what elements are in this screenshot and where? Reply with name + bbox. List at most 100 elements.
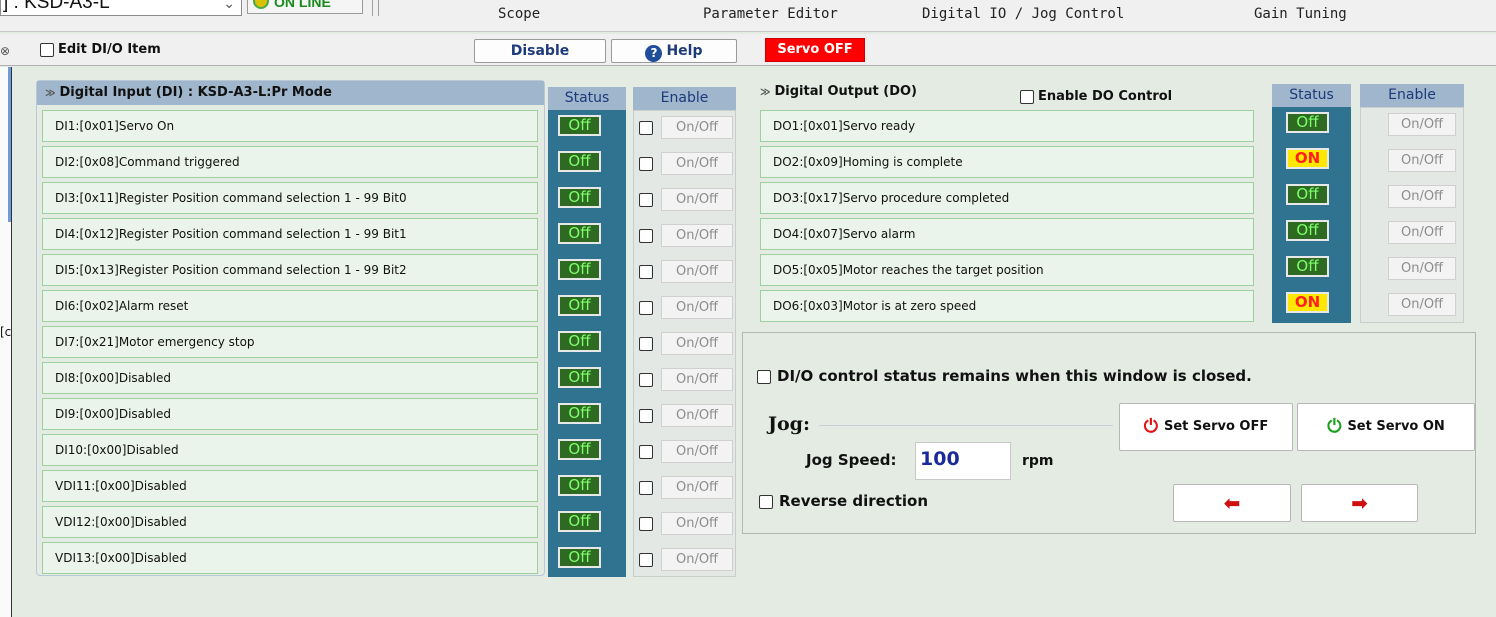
do-status-indicator: Off [1286, 184, 1329, 205]
di-enable-cell: On/Off [639, 332, 734, 356]
jog-control-panel: DI/O control status remains when this wi… [742, 332, 1476, 534]
device-select[interactable]: ] : KSD-A3-L ⌄ [0, 0, 242, 16]
di-enable-checkbox[interactable] [639, 445, 653, 459]
di-status-indicator: Off [558, 115, 601, 136]
do-row: DO2:[0x09]Homing is complete [760, 146, 1254, 178]
toolbar-separator [372, 0, 373, 16]
di-onoff-toggle[interactable]: On/Off [661, 476, 733, 499]
do-row: DO1:[0x01]Servo ready [760, 110, 1254, 142]
di-enable-checkbox[interactable] [639, 265, 653, 279]
reverse-direction-checkbox[interactable]: Reverse direction [759, 492, 928, 510]
di-row: DI1:[0x01]Servo On [42, 110, 538, 142]
left-sidebar-edge: [c [0, 67, 12, 617]
di-onoff-toggle[interactable]: On/Off [661, 548, 733, 571]
di-enable-column: On/Off On/Off On/Off On/Off On/Off On/Off On/O… [633, 110, 736, 577]
arrow-left-icon: ⬅ [1223, 491, 1241, 515]
di-enable-cell: On/Off [639, 260, 734, 284]
di-status-indicator: Off [558, 259, 601, 280]
di-enable-header: Enable [633, 87, 736, 110]
jog-reverse-button[interactable]: ⬅ [1173, 484, 1291, 522]
di-onoff-toggle[interactable]: On/Off [661, 332, 733, 355]
do-row: DO5:[0x05]Motor reaches the target posit… [760, 254, 1254, 286]
collapse-chevron-icon[interactable]: ≫ [45, 88, 55, 99]
di-status-indicator: Off [558, 511, 601, 532]
di-enable-cell: On/Off [639, 548, 734, 572]
set-servo-off-button[interactable]: ⏻ Set Servo OFF [1119, 403, 1293, 451]
di-enable-checkbox[interactable] [639, 193, 653, 207]
di-row: DI5:[0x13]Register Position command sele… [42, 254, 538, 286]
jog-forward-button[interactable]: ➡ [1301, 484, 1418, 522]
do-onoff-toggle[interactable]: On/Off [1388, 113, 1456, 136]
di-onoff-toggle[interactable]: On/Off [661, 512, 733, 535]
tab-parameter-editor[interactable]: Parameter Editor [703, 6, 838, 22]
do-onoff-toggle[interactable]: On/Off [1388, 149, 1456, 172]
online-status-button[interactable]: ON LINE [247, 0, 363, 14]
tab-gain-tuning[interactable]: Gain Tuning [1254, 6, 1347, 22]
di-onoff-toggle[interactable]: On/Off [661, 152, 733, 175]
di-enable-cell: On/Off [639, 116, 734, 140]
disable-button[interactable]: Disable [474, 39, 606, 63]
rpm-unit-label: rpm [1022, 453, 1054, 469]
di-enable-cell: On/Off [639, 476, 734, 500]
tab-scope[interactable]: Scope [498, 6, 540, 22]
di-onoff-toggle[interactable]: On/Off [661, 404, 733, 427]
di-enable-cell: On/Off [639, 296, 734, 320]
checkbox-box[interactable] [759, 494, 773, 509]
do-onoff-toggle[interactable]: On/Off [1388, 293, 1456, 316]
jog-speed-input[interactable]: 100 [915, 442, 1011, 480]
online-status-label: ON LINE [274, 0, 331, 10]
set-servo-on-button[interactable]: ⏻ Set Servo ON [1297, 403, 1475, 451]
close-icon[interactable]: ⊗ [0, 44, 10, 58]
di-onoff-toggle[interactable]: On/Off [661, 116, 733, 139]
di-row: VDI11:[0x00]Disabled [42, 470, 538, 502]
do-row: DO3:[0x17]Servo procedure completed [760, 182, 1254, 214]
di-enable-checkbox[interactable] [639, 409, 653, 423]
di-row: DI8:[0x00]Disabled [42, 362, 538, 394]
di-onoff-toggle[interactable]: On/Off [661, 368, 733, 391]
di-enable-checkbox[interactable] [639, 121, 653, 135]
di-status-indicator: Off [558, 187, 601, 208]
di-enable-checkbox[interactable] [639, 481, 653, 495]
di-enable-checkbox[interactable] [639, 517, 653, 531]
di-row: DI9:[0x00]Disabled [42, 398, 538, 430]
di-status-indicator: Off [558, 223, 601, 244]
checkbox-box[interactable] [1020, 89, 1034, 104]
jog-speed-label: Jog Speed: [806, 451, 897, 469]
di-onoff-toggle[interactable]: On/Off [661, 260, 733, 283]
sidebar-scroll-indicator [0, 67, 11, 222]
tab-digital-io-jog[interactable]: Digital IO / Jog Control [922, 6, 1124, 22]
do-onoff-toggle[interactable]: On/Off [1388, 185, 1456, 208]
di-enable-cell: On/Off [639, 152, 734, 176]
do-onoff-toggle[interactable]: On/Off [1388, 257, 1456, 280]
di-enable-checkbox[interactable] [639, 553, 653, 567]
di-enable-checkbox[interactable] [639, 301, 653, 315]
di-enable-cell: On/Off [639, 440, 734, 464]
di-status-indicator: Off [558, 439, 601, 460]
di-onoff-toggle[interactable]: On/Off [661, 188, 733, 211]
di-enable-checkbox[interactable] [639, 229, 653, 243]
checkbox-box[interactable] [757, 369, 771, 384]
do-enable-header: Enable [1360, 84, 1464, 107]
di-enable-cell: On/Off [639, 224, 734, 248]
do-status-column: Off ON Off Off Off ON [1272, 107, 1351, 323]
do-enable-column: On/Off On/Off On/Off On/Off On/Off On/Off [1360, 107, 1464, 323]
edit-dio-item-checkbox[interactable]: Edit DI/O Item [40, 42, 161, 57]
di-onoff-toggle[interactable]: On/Off [661, 224, 733, 247]
collapse-chevron-icon[interactable]: ≫ [760, 87, 770, 98]
di-row: DI2:[0x08]Command triggered [42, 146, 538, 178]
remain-status-checkbox[interactable]: DI/O control status remains when this wi… [757, 367, 1252, 385]
do-row: DO4:[0x07]Servo alarm [760, 218, 1254, 250]
di-enable-checkbox[interactable] [639, 337, 653, 351]
di-enable-checkbox[interactable] [639, 157, 653, 171]
toolbar-separator [378, 0, 379, 16]
jog-title: Jog: [768, 413, 810, 435]
checkbox-box[interactable] [40, 42, 54, 57]
do-status-indicator: ON [1286, 292, 1329, 313]
arrow-right-icon: ➡ [1351, 491, 1368, 515]
di-enable-checkbox[interactable] [639, 373, 653, 387]
do-onoff-toggle[interactable]: On/Off [1388, 221, 1456, 244]
help-button[interactable]: ? Help [611, 39, 737, 63]
di-onoff-toggle[interactable]: On/Off [661, 440, 733, 463]
enable-do-control-checkbox[interactable]: Enable DO Control [1020, 89, 1172, 104]
di-onoff-toggle[interactable]: On/Off [661, 296, 733, 319]
